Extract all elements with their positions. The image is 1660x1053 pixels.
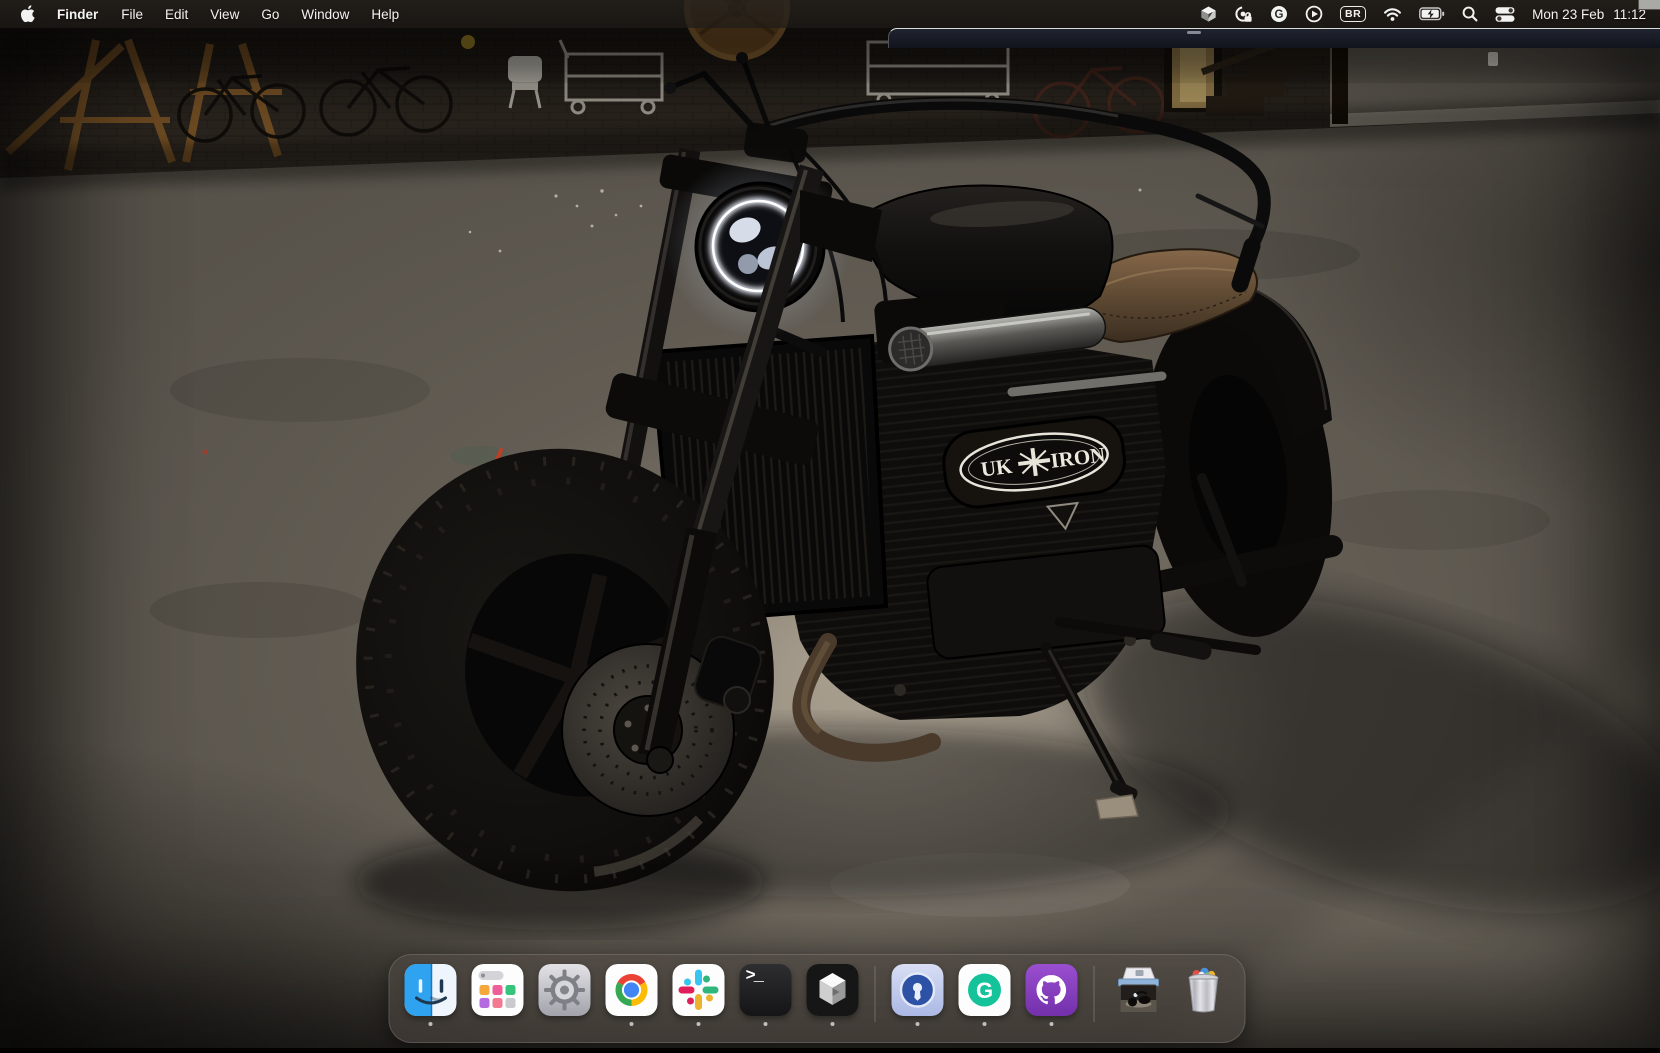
dock-item-terminal[interactable]: >_ xyxy=(740,964,792,1026)
apple-icon xyxy=(20,5,35,23)
dock-item-system-settings[interactable] xyxy=(539,964,591,1026)
terminal-icon: >_ xyxy=(740,964,792,1016)
menu-item-help[interactable]: Help xyxy=(360,7,410,22)
corner-window-fragment xyxy=(1638,0,1660,10)
dock-item-1password[interactable] xyxy=(892,964,944,1026)
cube-app-menu-icon[interactable] xyxy=(1200,3,1217,25)
running-indicator xyxy=(697,1022,701,1026)
onepassword-icon xyxy=(892,964,944,1016)
badge-text-uk: UK xyxy=(979,454,1014,482)
running-indicator xyxy=(429,1022,433,1026)
menu-item-file[interactable]: File xyxy=(110,7,154,22)
gear-icon xyxy=(544,970,585,1011)
dock-item-slack[interactable] xyxy=(673,964,725,1026)
menu-bar: Finder File Edit View Go Window Help xyxy=(0,0,1660,28)
menu-item-go[interactable]: Go xyxy=(250,7,290,22)
menu-item-view[interactable]: View xyxy=(199,7,250,22)
cube-app-icon xyxy=(807,964,859,1016)
svg-text:G: G xyxy=(1275,9,1284,21)
dock-item-github-desktop[interactable] xyxy=(1026,964,1078,1026)
dock-separator xyxy=(875,966,876,1022)
grammarly-menu-icon[interactable]: G xyxy=(1270,3,1288,25)
dock-item-finder[interactable] xyxy=(405,964,457,1026)
chrome-icon xyxy=(606,964,658,1016)
dock: >_ xyxy=(389,954,1246,1043)
menu-item-finder[interactable]: Finder xyxy=(45,7,110,22)
clock-date: Mon 23 Feb xyxy=(1532,7,1604,22)
play-circle-menu-icon[interactable] xyxy=(1305,3,1323,25)
menu-bar-clock[interactable]: Mon 23 Feb 11:12 xyxy=(1532,7,1646,22)
grammarly-g-glyph: G xyxy=(976,978,993,1003)
dock-item-launchpad-apps[interactable] xyxy=(472,964,524,1026)
hidden-window-edge[interactable] xyxy=(888,28,1660,48)
running-indicator xyxy=(1050,1022,1054,1026)
running-indicator xyxy=(630,1022,634,1026)
privacy-lock-menu-icon[interactable] xyxy=(1234,3,1253,25)
running-indicator xyxy=(983,1022,987,1026)
dock-item-grammarly[interactable]: G xyxy=(959,964,1011,1026)
desktop-wallpaper: UK IRON xyxy=(0,0,1660,1048)
spotlight-search-icon[interactable] xyxy=(1462,3,1478,25)
system-settings-icon xyxy=(539,964,591,1016)
dock-item-downloads-stack[interactable] xyxy=(1111,964,1163,1016)
github-icon xyxy=(1026,964,1078,1016)
menu-item-window[interactable]: Window xyxy=(290,7,360,22)
window-drag-handle[interactable] xyxy=(1187,31,1201,34)
grammarly-icon: G xyxy=(959,964,1011,1016)
menu-item-edit[interactable]: Edit xyxy=(154,7,199,22)
dock-item-trash[interactable] xyxy=(1178,964,1230,1016)
motorcycle-photo-thumbnail xyxy=(1121,985,1157,1012)
keyboard-layout-badge[interactable]: BR xyxy=(1340,6,1366,22)
slack-icon xyxy=(673,964,725,1016)
terminal-prompt-glyph: >_ xyxy=(746,967,762,986)
stone-wedge xyxy=(1096,795,1138,819)
downloads-stack-icon xyxy=(1111,964,1163,1016)
dock-item-cube-app[interactable] xyxy=(807,964,859,1026)
running-indicator xyxy=(764,1022,768,1026)
wifi-icon[interactable] xyxy=(1383,3,1402,25)
dock-separator xyxy=(1094,966,1095,1022)
dock-item-chrome[interactable] xyxy=(606,964,658,1026)
launchpad-apps-icon xyxy=(472,964,524,1016)
running-indicator xyxy=(916,1022,920,1026)
trash-full-icon xyxy=(1178,964,1230,1016)
apple-menu[interactable] xyxy=(18,5,45,23)
control-center-icon[interactable] xyxy=(1495,3,1515,25)
running-indicator xyxy=(831,1022,835,1026)
finder-icon xyxy=(405,964,457,1016)
battery-charging-icon[interactable] xyxy=(1419,3,1445,25)
